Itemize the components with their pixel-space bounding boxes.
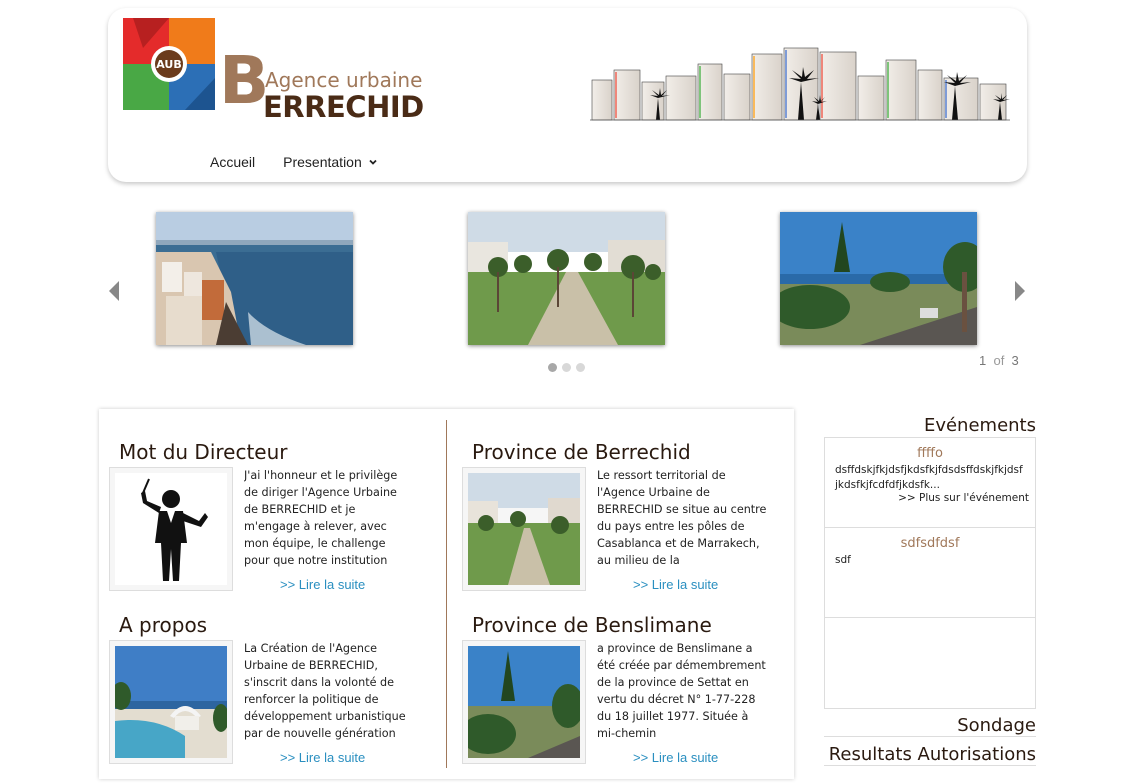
article-excerpt: La Création de l'Agence Urbaine de BERRE… bbox=[244, 642, 406, 740]
article-title: Mot du Directeur bbox=[119, 440, 288, 464]
city-skyline-illustration bbox=[590, 47, 1010, 121]
site-header: AUB B Agence urbaine ERRECHID Accueil Pr… bbox=[108, 8, 1027, 182]
main-nav: Accueil Presentation bbox=[210, 152, 378, 172]
palm-photo bbox=[468, 646, 580, 758]
carousel-slide-palms[interactable] bbox=[780, 212, 977, 345]
events-title: Evénements bbox=[923, 415, 1036, 436]
article-excerpt: Le ressort territorial de l'Agence Urbai… bbox=[597, 469, 767, 567]
sondage-title[interactable]: Sondage bbox=[824, 715, 1036, 736]
article-title: A propos bbox=[119, 613, 208, 637]
resultats-section: Resultats Autorisations bbox=[824, 744, 1036, 766]
park-photo bbox=[468, 212, 665, 345]
resultats-title[interactable]: Resultats Autorisations bbox=[824, 744, 1036, 765]
carousel-dot[interactable] bbox=[548, 363, 557, 372]
sondage-section: Sondage bbox=[824, 715, 1036, 737]
read-more-link[interactable]: >> Lire la suite bbox=[633, 750, 718, 765]
carousel-prev-arrow-icon[interactable] bbox=[107, 280, 121, 302]
pager-current: 1 bbox=[979, 353, 987, 368]
article-thumbnail[interactable] bbox=[109, 467, 233, 591]
carousel-dots bbox=[548, 363, 585, 372]
carousel-pager: 1 of 3 bbox=[979, 353, 1019, 368]
event-item: ffffo dsffdskjfkjdsfjkdsfkjfdsdsffdskjfk… bbox=[825, 438, 1035, 528]
pager-of: of bbox=[993, 353, 1005, 368]
carousel-slide-park[interactable] bbox=[468, 212, 665, 345]
nav-item-accueil[interactable]: Accueil bbox=[210, 152, 255, 172]
article-thumbnail[interactable] bbox=[462, 467, 586, 591]
director-icon bbox=[115, 473, 227, 585]
park-photo bbox=[468, 473, 580, 585]
site-logo[interactable]: AUB B Agence urbaine ERRECHID bbox=[123, 18, 424, 124]
carousel-next-arrow-icon[interactable] bbox=[1013, 280, 1027, 302]
article-mot-du-directeur: Mot du Directeur J'ai l'honneur et le pr… bbox=[99, 440, 439, 610]
article-province-berrechid: Province de Berrechid Le ressort territo… bbox=[452, 440, 792, 610]
event-item: sdfsdfdsf sdf bbox=[825, 528, 1035, 618]
logo-subtitle: Agence urbaine bbox=[265, 68, 423, 92]
events-list: ffffo dsffdskjfkjdsfjkdsfkjfdsdsffdskjfk… bbox=[824, 437, 1036, 709]
article-title: Province de Berrechid bbox=[472, 440, 691, 464]
nav-item-label: Presentation bbox=[283, 154, 362, 170]
column-divider bbox=[446, 420, 447, 768]
event-more-link[interactable]: >> Plus sur l'événement bbox=[898, 492, 1029, 504]
pager-total: 3 bbox=[1011, 353, 1019, 368]
carousel-slide-coast[interactable] bbox=[156, 212, 353, 345]
palms-photo bbox=[780, 212, 977, 345]
logo-letter: B bbox=[219, 42, 270, 119]
read-more-link[interactable]: >> Lire la suite bbox=[280, 577, 365, 592]
carousel-dot[interactable] bbox=[576, 363, 585, 372]
logo-badge-text: AUB bbox=[156, 58, 182, 71]
pool-photo bbox=[115, 646, 227, 758]
article-title: Province de Benslimane bbox=[472, 613, 712, 637]
coast-photo bbox=[156, 212, 353, 345]
nav-item-label: Accueil bbox=[210, 154, 256, 170]
article-province-benslimane: Province de Benslimane a province de Ben… bbox=[452, 613, 792, 783]
event-description: sdf bbox=[835, 554, 851, 566]
logo-title: ERRECHID bbox=[263, 90, 424, 124]
article-thumbnail[interactable] bbox=[109, 640, 233, 764]
chevron-down-icon bbox=[369, 159, 377, 165]
nav-item-presentation[interactable]: Presentation bbox=[283, 152, 378, 172]
event-item bbox=[825, 618, 1035, 707]
image-carousel: 1 of 3 bbox=[100, 200, 1036, 380]
read-more-link[interactable]: >> Lire la suite bbox=[633, 577, 718, 592]
aub-logo-mark: AUB bbox=[123, 18, 215, 110]
article-excerpt: a province de Benslimane a été créée par… bbox=[597, 642, 766, 740]
event-title[interactable]: sdfsdfdsf bbox=[825, 528, 1035, 551]
read-more-link[interactable]: >> Lire la suite bbox=[280, 750, 365, 765]
carousel-dot[interactable] bbox=[562, 363, 571, 372]
event-description: dsffdskjfkjdsfjkdsfkjfdsdsffdskjfkjdsfjk… bbox=[835, 464, 1023, 491]
article-excerpt: J'ai l'honneur et le privilège de dirige… bbox=[244, 469, 398, 572]
article-a-propos: A propos La Création de l'Agence Urbaine… bbox=[99, 613, 439, 783]
event-title[interactable]: ffffo bbox=[825, 438, 1035, 461]
main-content: Mot du Directeur J'ai l'honneur et le pr… bbox=[99, 409, 794, 779]
right-sidebar: Evénements ffffo dsffdskjfkjdsfjkdsfkjfd… bbox=[824, 415, 1036, 766]
article-thumbnail[interactable] bbox=[462, 640, 586, 764]
